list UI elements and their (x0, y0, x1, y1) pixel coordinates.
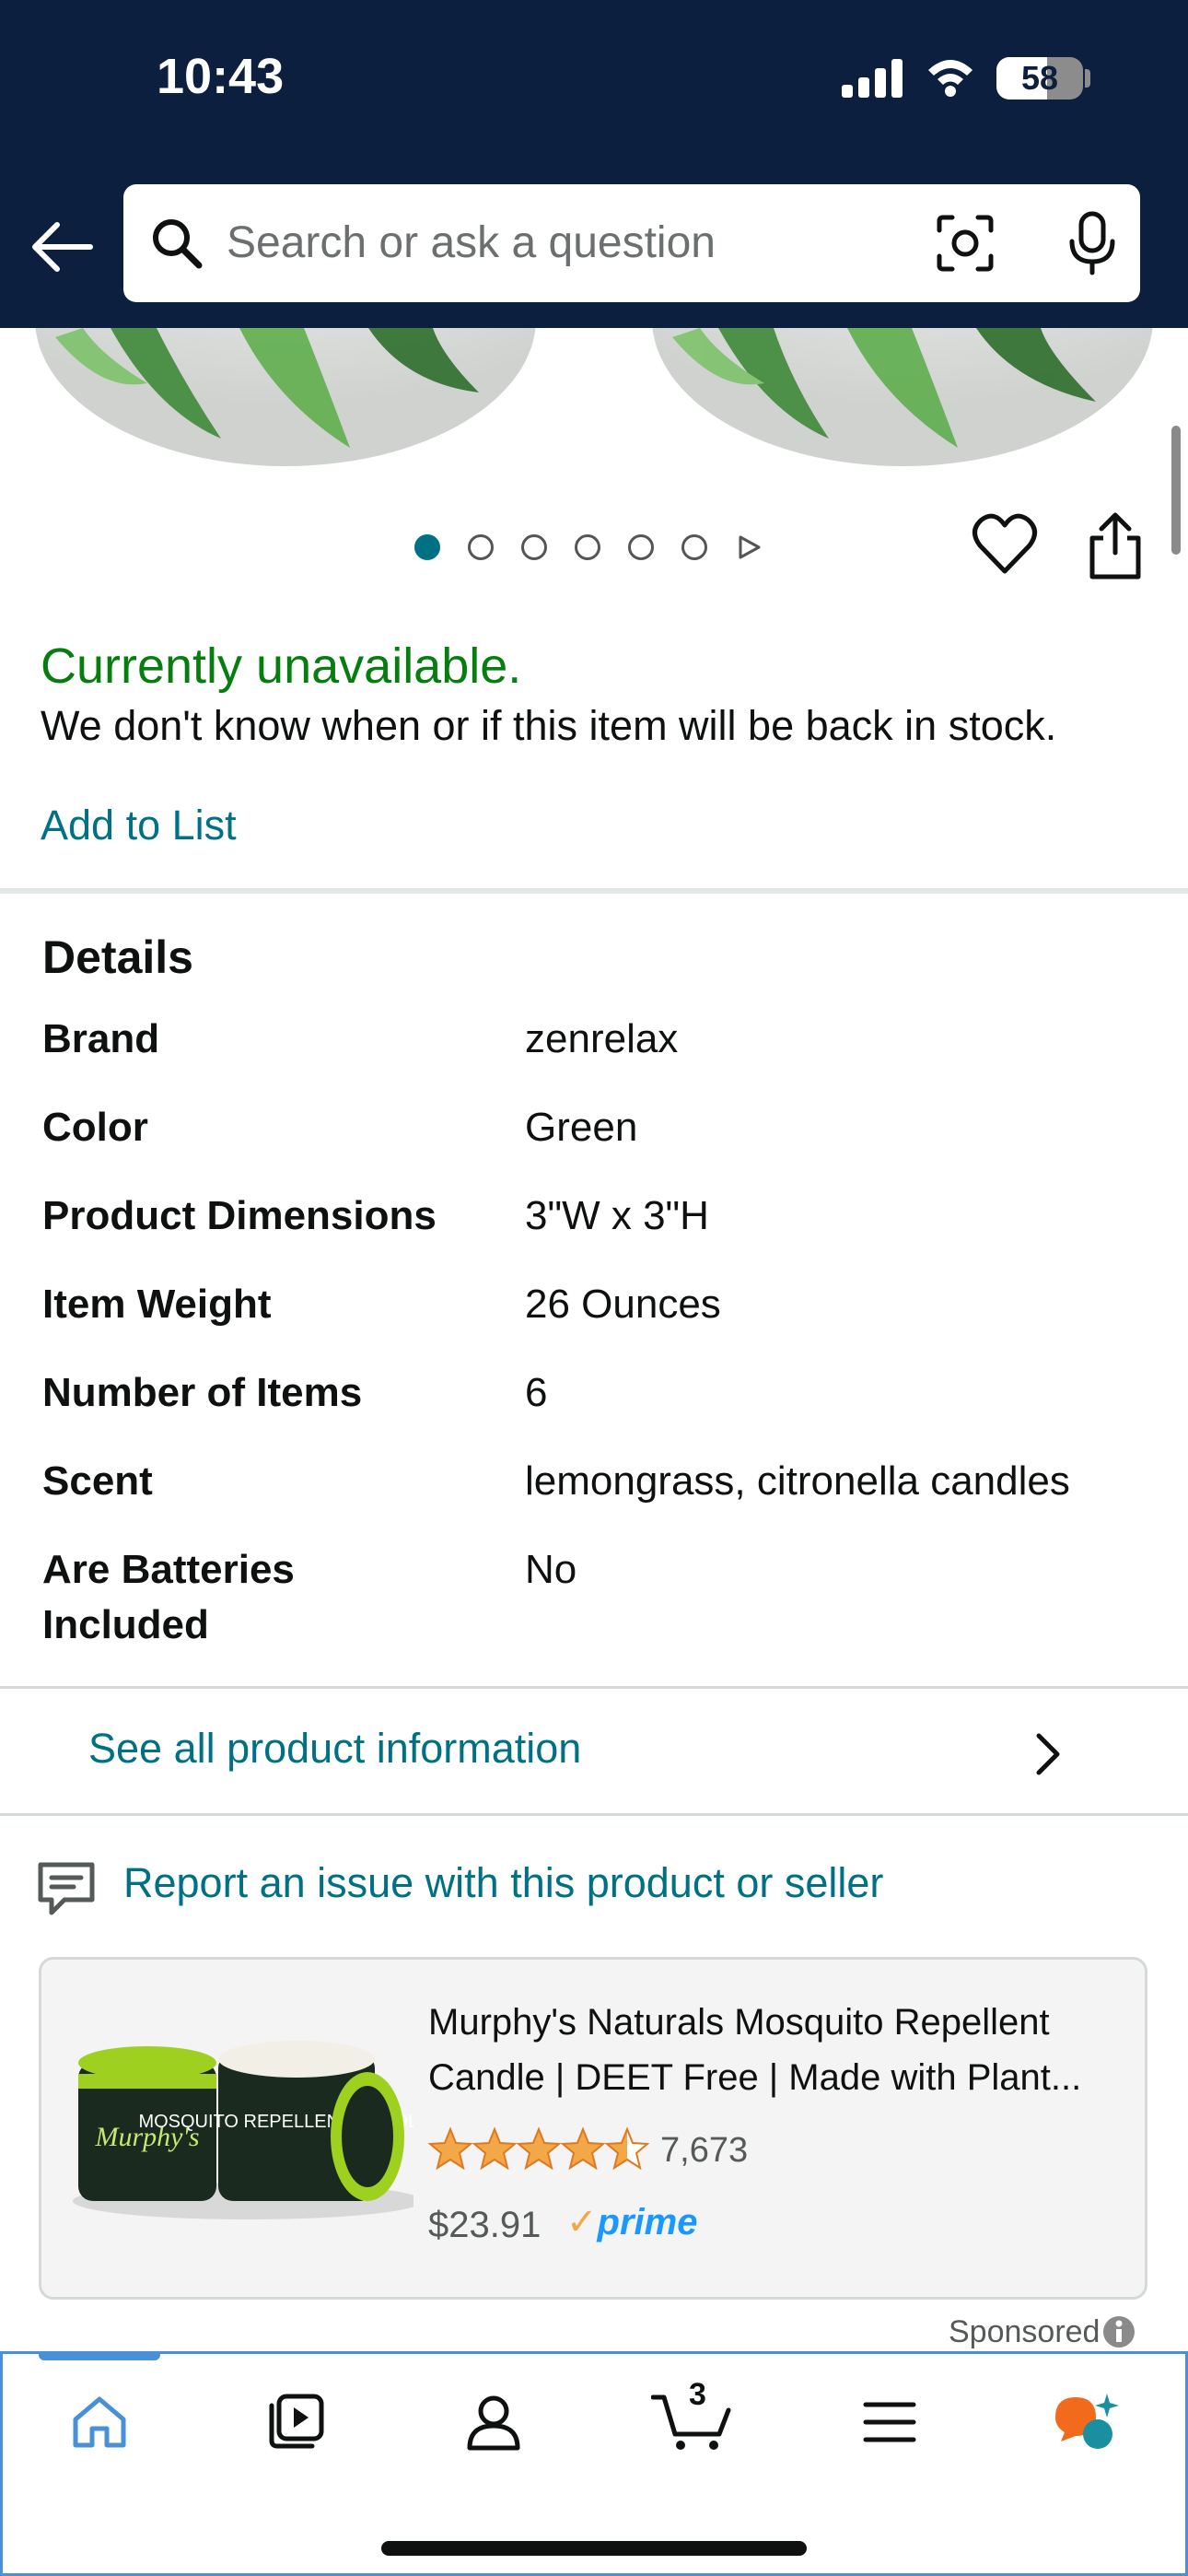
sponsored-product-card[interactable]: Murphy's MOSQUITO REPELLENT CANDLE Murph… (39, 1957, 1147, 2300)
detail-label: Are Batteries Included (42, 1547, 295, 1647)
back-button[interactable] (20, 210, 103, 284)
star-rating-icon (428, 2126, 649, 2171)
detail-value: 3"W x 3"H (525, 1193, 709, 1238)
carousel-dot[interactable] (414, 534, 440, 560)
home-indicator[interactable] (381, 2541, 807, 2556)
section-divider (0, 888, 1188, 894)
detail-value: 26 Ounces (525, 1282, 721, 1327)
detail-value: lemongrass, citronella candles (525, 1458, 1070, 1504)
home-icon (73, 2396, 126, 2448)
carousel-dot[interactable] (681, 534, 707, 560)
account-icon (467, 2395, 520, 2451)
status-time: 10:43 (157, 49, 285, 104)
battery-tip (1085, 69, 1090, 88)
ad-rating-count: 7,673 (660, 2131, 749, 2170)
microphone-icon[interactable] (1061, 210, 1124, 276)
see-all-product-info-link[interactable]: See all product information (88, 1725, 581, 1773)
report-message-icon[interactable] (37, 1859, 96, 1918)
nav-rufus[interactable] (1041, 2381, 1133, 2464)
search-input[interactable]: Search or ask a question (227, 216, 716, 271)
info-icon[interactable] (1101, 2314, 1136, 2349)
sponsored-label: Sponsored (949, 2314, 1101, 2349)
nav-home[interactable] (53, 2381, 146, 2464)
nav-account[interactable] (448, 2381, 540, 2464)
battery-level: 58 (1020, 59, 1059, 97)
detail-label: Scent (42, 1458, 153, 1504)
details-heading: Details (42, 931, 193, 983)
section-divider (0, 1686, 1188, 1689)
carousel-dot[interactable] (521, 534, 547, 560)
detail-value: 6 (525, 1370, 548, 1415)
image-carousel-indicator[interactable] (414, 529, 763, 566)
battery-indicator: 58 (996, 57, 1083, 100)
detail-value: No (525, 1547, 577, 1592)
search-bar[interactable]: Search or ask a question (123, 184, 1140, 302)
menu-icon (863, 2402, 916, 2442)
nav-video[interactable] (250, 2381, 343, 2464)
detail-label: Item Weight (42, 1282, 272, 1327)
detail-value: Green (525, 1105, 638, 1150)
prime-badge: ✓prime (566, 2202, 698, 2242)
nav-menu[interactable] (844, 2381, 936, 2464)
chevron-right-icon[interactable] (1024, 1727, 1070, 1782)
search-icon (153, 219, 203, 269)
availability-status: Currently unavailable. (41, 638, 522, 694)
detail-value: zenrelax (525, 1016, 679, 1061)
carousel-dot[interactable] (628, 534, 654, 560)
carousel-dot[interactable] (575, 534, 600, 560)
wifi-icon (928, 60, 973, 97)
wishlist-heart-icon[interactable] (971, 512, 1039, 577)
cart-count-badge: 3 (689, 2377, 706, 2412)
rufus-assistant-icon (1055, 2394, 1119, 2449)
nav-active-indicator (39, 2351, 160, 2360)
detail-label: Product Dimensions (42, 1193, 437, 1238)
ad-product-image[interactable]: Murphy's MOSQUITO REPELLENT CANDLE (64, 2026, 413, 2229)
ad-product-title[interactable]: Murphy's Naturals Mosquito Repellent Can… (428, 1995, 1091, 2105)
add-to-list-link[interactable]: Add to List (41, 802, 237, 849)
detail-label: Color (42, 1105, 148, 1150)
video-icon (269, 2394, 324, 2449)
share-icon[interactable] (1085, 510, 1146, 580)
section-divider (0, 1813, 1188, 1816)
detail-label: Number of Items (42, 1370, 363, 1415)
cellular-signal-icon (842, 59, 903, 98)
prime-label: prime (597, 2202, 698, 2242)
ad-price: $23.91 (428, 2205, 542, 2245)
availability-note: We don't know when or if this item will … (41, 702, 1057, 749)
detail-label: Brand (42, 1016, 160, 1061)
page-scrollbar[interactable] (1171, 426, 1181, 555)
camera-search-icon[interactable] (934, 212, 996, 275)
play-video-icon[interactable] (735, 533, 763, 561)
carousel-dot[interactable] (468, 534, 494, 560)
report-issue-link[interactable]: Report an issue with this product or sel… (123, 1859, 883, 1907)
product-image[interactable] (0, 328, 1188, 485)
back-arrow-icon (32, 222, 93, 272)
